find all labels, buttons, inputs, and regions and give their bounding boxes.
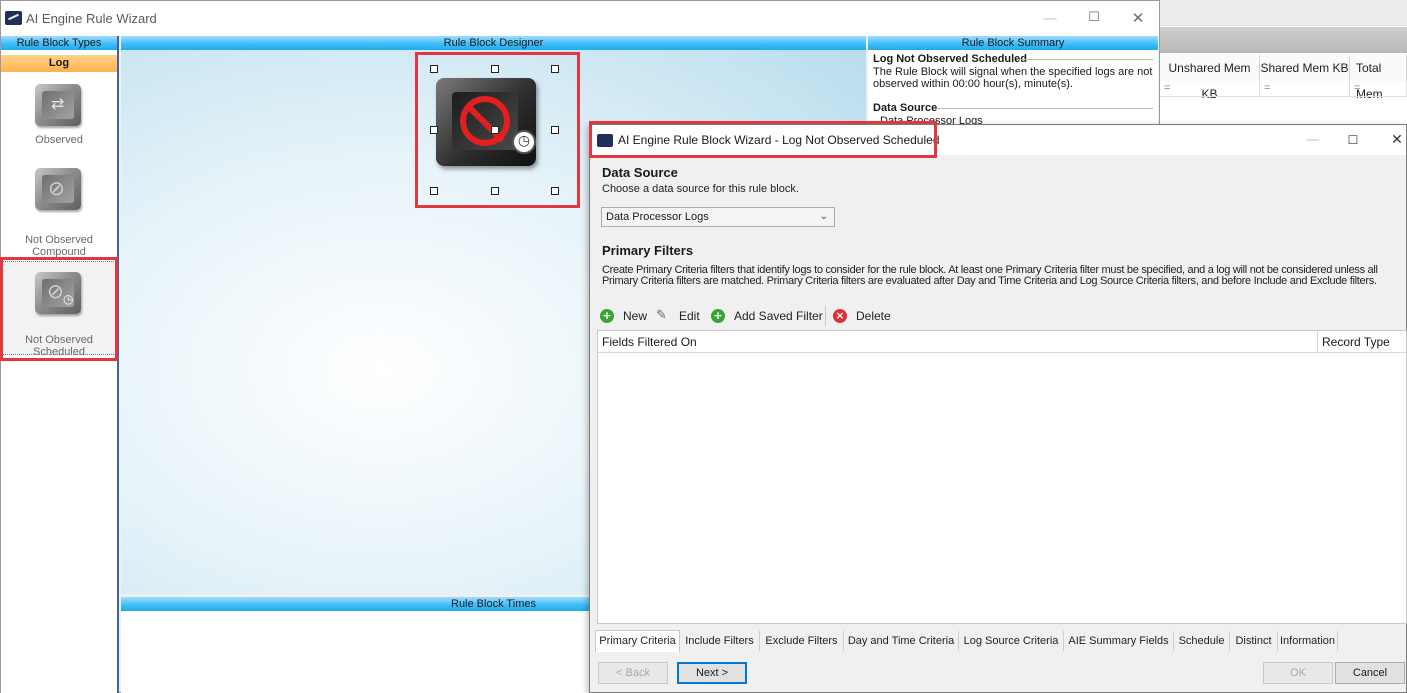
log-category-tab[interactable]: Log	[1, 55, 117, 72]
column-header[interactable]: Total Mem	[1350, 55, 1407, 101]
rule-block-summary-header: Rule Block Summary	[868, 36, 1158, 50]
edit-button[interactable]: ✎ Edit	[656, 306, 706, 326]
minimize-button[interactable]: —	[1033, 7, 1067, 29]
tab-primary-criteria[interactable]: Primary Criteria	[595, 630, 680, 652]
close-button[interactable]: ✕	[1380, 129, 1407, 151]
data-source-selected: Data Processor Logs	[606, 211, 709, 223]
column-header[interactable]: Unshared Mem KB	[1160, 55, 1260, 101]
column-header[interactable]: Record Type	[1318, 331, 1406, 353]
data-source-heading: Data Source	[602, 165, 678, 180]
column-header[interactable]: Shared Mem KB	[1260, 55, 1350, 81]
new-button[interactable]: + New	[600, 306, 650, 326]
not-observed-scheduled-cube-icon: ⊘ ◷	[31, 268, 87, 318]
summary-description: The Rule Block will signal when the spec…	[873, 66, 1153, 90]
tab-aie-summary-fields[interactable]: AIE Summary Fields	[1064, 631, 1174, 651]
not-observed-compound-cube-icon: ⊘	[31, 164, 87, 214]
main-titlebar: AI Engine Rule Wizard — ☐ ✕	[1, 1, 1159, 36]
tab-information[interactable]: Information	[1278, 631, 1338, 651]
chevron-down-icon: ⌄	[819, 211, 828, 222]
tab-day-and-time-criteria[interactable]: Day and Time Criteria	[844, 631, 959, 651]
grid-header: Fields Filtered On Record Type	[598, 331, 1406, 353]
type-item-label: Observed	[35, 134, 83, 146]
tab-log-source-criteria[interactable]: Log Source Criteria	[959, 631, 1064, 651]
resize-handle[interactable]	[430, 126, 438, 134]
type-item-label: Not Observed Scheduled	[25, 334, 93, 358]
app-logo-icon	[597, 134, 613, 147]
filter-cell[interactable]: =	[1260, 81, 1350, 97]
divider	[1018, 59, 1153, 60]
resize-handle[interactable]	[491, 126, 499, 134]
type-item-observed[interactable]: ⇄ Observed	[1, 80, 117, 160]
pencil-icon: ✎	[656, 308, 667, 323]
tab-include-filters[interactable]: Include Filters	[680, 631, 760, 651]
rule-block-wizard-dialog: AI Engine Rule Block Wizard - Log Not Ob…	[589, 124, 1407, 693]
dialog-titlebar: AI Engine Rule Block Wizard - Log Not Ob…	[590, 125, 1406, 155]
filter-cell[interactable]: =	[1350, 81, 1407, 97]
resize-handle[interactable]	[491, 187, 499, 195]
back-button[interactable]: < Back	[598, 662, 668, 684]
tab-schedule[interactable]: Schedule	[1174, 631, 1230, 651]
rule-block-designer-header: Rule Block Designer	[121, 36, 866, 50]
tab-distinct[interactable]: Distinct	[1230, 631, 1278, 651]
app-logo-icon	[5, 11, 22, 25]
column-header[interactable]: Fields Filtered On	[598, 331, 1318, 353]
type-item-label: Not Observed Compound	[25, 234, 93, 258]
resize-handle[interactable]	[430, 65, 438, 73]
prohibited-icon	[460, 96, 510, 146]
resize-handle[interactable]	[551, 126, 559, 134]
summary-title: Log Not Observed Scheduled	[873, 53, 1028, 65]
rule-block-types-header: Rule Block Types	[1, 36, 117, 50]
delete-button[interactable]: × Delete	[833, 306, 893, 326]
background-grid-app: Unshared Mem KB Shared Mem KB Total Mem …	[1160, 0, 1407, 140]
minimize-button[interactable]: —	[1296, 129, 1330, 151]
add-icon: +	[600, 309, 614, 323]
primary-filters-description: Create Primary Criteria filters that ide…	[602, 264, 1378, 287]
delete-icon: ×	[833, 309, 847, 323]
add-icon: +	[711, 309, 725, 323]
toolbar-separator	[825, 306, 826, 326]
dialog-title: AI Engine Rule Block Wizard - Log Not Ob…	[618, 133, 940, 147]
resize-handle[interactable]	[551, 65, 559, 73]
resize-handle[interactable]	[551, 187, 559, 195]
type-item-not-observed-compound[interactable]: ⊘ Not Observed Compound	[1, 164, 117, 258]
type-item-not-observed-scheduled[interactable]: ⊘ ◷ Not Observed Scheduled	[0, 261, 118, 358]
observed-cube-icon: ⇄	[31, 80, 87, 130]
rule-block-types-panel: Rule Block Types Log ⇄ Observed ⊘ Not Ob…	[0, 36, 119, 693]
data-source-subtitle: Choose a data source for this rule block…	[602, 183, 799, 195]
maximize-button[interactable]: ☐	[1077, 7, 1111, 29]
window-title: AI Engine Rule Wizard	[26, 11, 157, 26]
primary-filters-heading: Primary Filters	[602, 243, 694, 258]
ok-button[interactable]: OK	[1263, 662, 1333, 684]
resize-handle[interactable]	[430, 187, 438, 195]
summary-data-source-label: Data Source	[873, 102, 938, 114]
resize-handle[interactable]	[491, 65, 499, 73]
filter-cell[interactable]: =	[1160, 81, 1260, 97]
filters-grid[interactable]: Fields Filtered On Record Type	[597, 330, 1407, 624]
cancel-button[interactable]: Cancel	[1335, 662, 1405, 684]
data-source-select[interactable]: Data Processor Logs ⌄	[601, 207, 835, 227]
close-button[interactable]: ✕	[1121, 7, 1155, 29]
divider	[936, 108, 1153, 109]
next-button[interactable]: Next >	[677, 662, 747, 684]
tab-exclude-filters[interactable]: Exclude Filters	[760, 631, 844, 651]
clock-icon: ◷	[512, 130, 536, 154]
add-saved-filter-button[interactable]: + Add Saved Filter	[711, 306, 823, 326]
rule-block-summary: Rule Block Summary Log Not Observed Sche…	[868, 36, 1158, 127]
maximize-button[interactable]: ☐	[1336, 129, 1370, 151]
designer-rule-block-icon[interactable]: ◷	[436, 78, 536, 166]
